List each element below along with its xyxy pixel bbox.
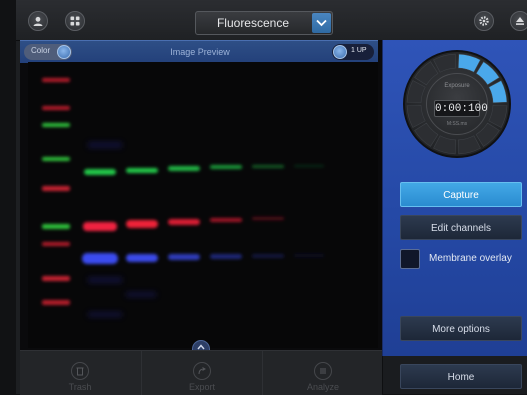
membrane-overlay-label: Membrane overlay [429,253,512,264]
imaging-mode-select[interactable]: Fluorescence [195,11,333,35]
analyze-label: Analyze [306,382,340,392]
blot-image [28,62,378,348]
dial-segment [433,53,457,73]
export-icon [193,362,211,380]
chevron-down-icon[interactable] [312,13,331,33]
exposure-time-value[interactable]: 0:00:100 [434,100,488,117]
analyze-icon [314,362,332,380]
user-icon[interactable] [28,11,48,31]
dial-segment [406,80,426,104]
color-toggle-label: Color [31,46,51,55]
preview-header: Color Image Preview 1 UP [20,40,378,63]
dial-segment [433,135,457,155]
trash-button[interactable]: Trash [20,351,140,395]
edit-channels-button[interactable]: Edit channels [400,215,522,240]
membrane-overlay-checkbox[interactable] [400,249,420,269]
exposure-units: M:SS.ms [446,121,468,127]
imaging-mode-value: Fluorescence [216,16,290,30]
dial-segment [457,53,481,73]
bottom-toolbar: Trash Export Analyze [20,350,382,395]
dial-segment [475,61,500,86]
export-label: Export [188,382,215,392]
toggle-knob-icon [333,45,347,59]
dial-segment [488,80,508,104]
analyze-button[interactable]: Analyze [262,351,383,395]
eject-icon[interactable] [510,11,527,31]
color-toggle[interactable]: Color [24,44,72,60]
view-layout-toggle[interactable]: 1 UP [332,44,374,60]
more-options-button[interactable]: More options [400,316,522,341]
toggle-knob-icon [57,45,71,59]
preview-title: Image Preview [170,47,230,57]
capture-button[interactable]: Capture [400,182,522,207]
grid-icon[interactable] [65,11,85,31]
trash-icon [71,362,89,380]
export-button[interactable]: Export [141,351,262,395]
dial-segment [406,104,426,128]
gear-icon[interactable] [474,11,494,31]
trash-label: Trash [68,382,92,392]
view-layout-label: 1 UP [351,47,367,54]
dial-segment [457,135,481,155]
dial-segment [488,104,508,128]
exposure-caption: Exposure [444,83,470,89]
home-button[interactable]: Home [400,364,522,389]
